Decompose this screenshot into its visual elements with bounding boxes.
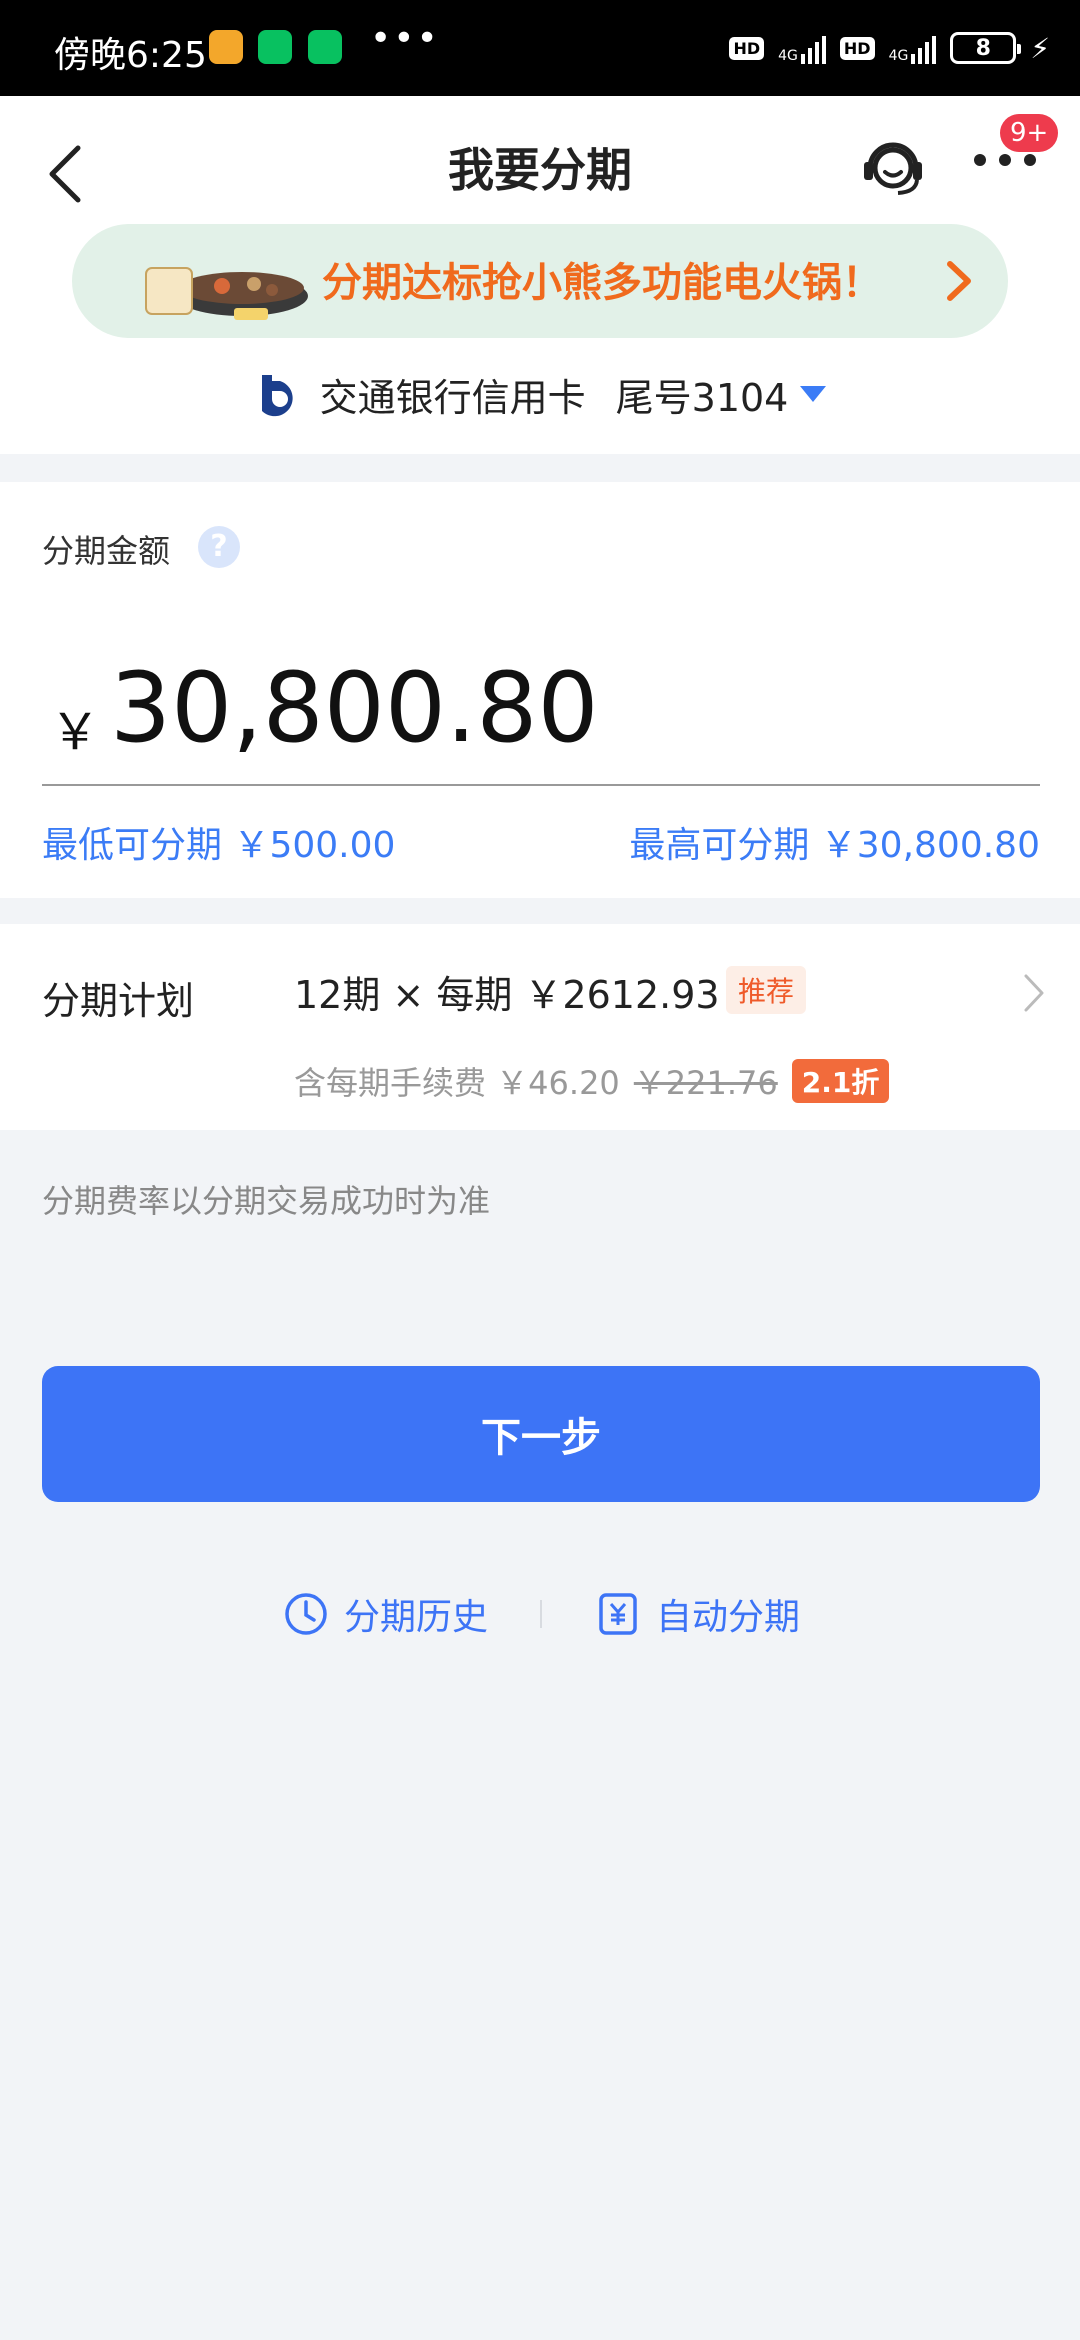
max-installment[interactable]: 最高可分期 ￥30,800.80	[629, 816, 1040, 868]
plan-summary: 12期 × 每期 ￥2612.93	[294, 973, 720, 1017]
charging-icon: ⚡	[1030, 31, 1050, 65]
amount-label: 分期金额	[42, 532, 171, 570]
amount-panel: 分期金额 ? ￥ 30,800.80 最低可分期 ￥500.00 最高可分期 ￥…	[0, 482, 1080, 898]
currency-symbol: ￥	[50, 703, 100, 761]
more-notifications-icon: •••	[370, 18, 440, 59]
network-type-label: 4G	[778, 48, 798, 64]
wechat-icon	[258, 30, 292, 64]
more-menu-button[interactable]	[970, 146, 1040, 196]
chevron-right-icon	[947, 261, 971, 301]
auto-installment-link[interactable]: 自动分期	[594, 1586, 800, 1642]
history-label: 分期历史	[344, 1597, 489, 1638]
signal-icon: 4G	[889, 32, 937, 64]
min-installment[interactable]: 最低可分期 ￥500.00	[42, 816, 395, 868]
bank-logo-icon	[261, 375, 293, 417]
hotpot-product-image	[145, 267, 308, 320]
discount-badge: 2.1折	[791, 1059, 890, 1103]
chevron-right-icon	[1024, 974, 1044, 1012]
wechat-icon	[308, 30, 342, 64]
amount-underline	[42, 784, 1040, 786]
more-dots-icon	[974, 154, 1036, 166]
battery-icon: 8	[950, 32, 1022, 64]
plan-panel[interactable]: 分期计划 12期 × 每期 ￥2612.93 推荐 含每期手续费 ￥46.20 …	[0, 924, 1080, 1130]
auto-label: 自动分期	[656, 1597, 801, 1638]
promo-text: 分期达标抢小熊多功能电火锅！	[322, 260, 882, 306]
original-fee: ￥221.76	[633, 1064, 778, 1102]
plan-fee: 含每期手续费 ￥46.20 ￥221.76 2.1折	[294, 1058, 890, 1104]
bank-name: 交通银行信用卡	[319, 375, 586, 420]
installment-history-link[interactable]: 分期历史	[282, 1586, 488, 1642]
amount-input[interactable]: 30,800.80	[110, 652, 599, 764]
caret-down-icon	[800, 386, 827, 402]
network-type-label: 4G	[888, 48, 909, 64]
status-indicators: HD 4G HD 4G 8 ⚡	[729, 28, 1050, 68]
rate-note: 分期费率以分期交易成功时为准	[42, 1182, 491, 1220]
next-button[interactable]: 下一步	[42, 1366, 1040, 1502]
promo-banner[interactable]: 分期达标抢小熊多功能电火锅！	[72, 224, 1008, 338]
divider	[540, 1600, 542, 1628]
fee-text: 含每期手续费 ￥46.20	[294, 1064, 620, 1102]
status-time: 傍晚6:25	[54, 35, 207, 76]
plan-label: 分期计划	[42, 979, 195, 1023]
customer-service-button[interactable]	[858, 130, 928, 200]
hd-icon: HD	[839, 36, 875, 60]
auto-installment-icon	[599, 1593, 637, 1635]
help-icon[interactable]: ?	[198, 526, 240, 568]
header: 我要分期 9+ 分期达标抢小熊多功能电火锅！ 交通银行信用卡 尾号3104	[0, 96, 1080, 454]
signal-icon: 4G	[778, 32, 826, 64]
card-tail-number: 尾号3104	[615, 375, 789, 420]
status-bar: 傍晚6:25 ••• HD 4G HD 4G 8 ⚡	[0, 0, 1080, 96]
headset-icon	[864, 142, 922, 195]
bottom-links: 分期历史 自动分期	[0, 1586, 1080, 1642]
clock-icon	[285, 1593, 327, 1635]
hd-icon: HD	[729, 36, 765, 60]
recommend-badge: 推荐	[726, 966, 807, 1014]
card-selector[interactable]: 交通银行信用卡 尾号3104	[0, 364, 1080, 424]
notification-badge: 9+	[1000, 114, 1059, 152]
notes-app-icon	[209, 30, 243, 64]
